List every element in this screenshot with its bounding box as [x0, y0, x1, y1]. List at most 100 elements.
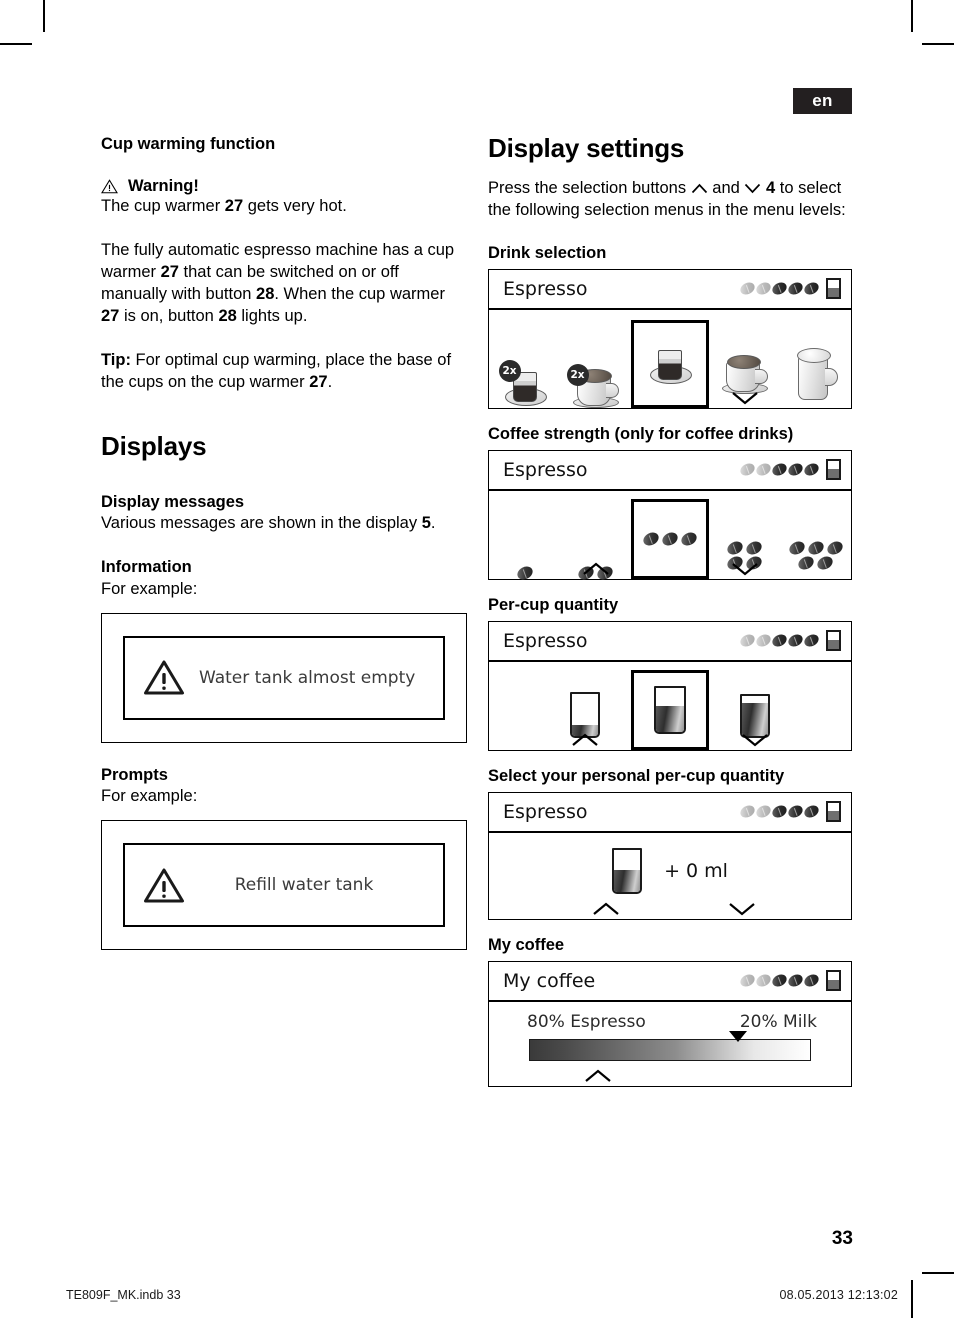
- language-badge: en: [793, 88, 852, 114]
- warning-heading: Warning!: [101, 177, 467, 196]
- bean-indicator-1-icon: [738, 632, 757, 650]
- bean-indicator-3-icon: [770, 972, 789, 990]
- drink-option-espresso-selected[interactable]: [631, 319, 709, 408]
- bean-indicator-5-icon: [802, 632, 821, 650]
- drink-option-tall-mug[interactable]: [780, 347, 851, 408]
- chevron-up-button[interactable]: [583, 1068, 613, 1084]
- display-panel-coffee-strength: Espresso: [488, 449, 852, 582]
- drink-option-coffee[interactable]: [709, 354, 780, 408]
- personal-quantity-value: + 0 ml: [664, 859, 728, 882]
- display-panel-personal-per-cup-quantity: Espresso + 0 ml: [488, 791, 852, 920]
- bean-indicator-3-icon: [770, 632, 789, 650]
- bean-indicator-2-icon: [754, 972, 773, 990]
- panel-body: + 0 ml: [489, 833, 851, 919]
- glass-medium-icon: [654, 685, 686, 734]
- panel-label-personal-per-cup-quantity: Select your personal per-cup quantity: [488, 766, 785, 785]
- crop-mark-bottom-right-horizontal: [922, 1272, 954, 1274]
- chevron-down-button[interactable]: [740, 732, 770, 748]
- glass-personal-icon: [612, 847, 643, 894]
- page-number: 33: [831, 1228, 853, 1249]
- strength-option-3-selected[interactable]: [631, 498, 709, 579]
- cup-warming-tip: Tip: For optimal cup warming, place the …: [101, 351, 452, 392]
- cup-level-icon: [826, 278, 841, 300]
- cup-warming-paragraph: The fully automatic espresso machine has…: [101, 241, 455, 326]
- cup-level-icon: [826, 801, 841, 823]
- bean-indicator-1-icon: [738, 280, 757, 298]
- panel-body: [489, 662, 851, 750]
- chevron-up-button[interactable]: [581, 561, 611, 577]
- slider-marker-icon: [728, 1030, 747, 1042]
- status-icons: [738, 459, 841, 481]
- status-icons: [738, 630, 841, 652]
- chevron-up-button[interactable]: [570, 732, 600, 748]
- strength-option-5[interactable]: [780, 538, 851, 579]
- badge-2x: 2x: [498, 359, 521, 382]
- left-column: Cup warming function Warning! The cup wa…: [101, 134, 467, 951]
- chevron-up-button[interactable]: [591, 901, 621, 917]
- cup-level-icon: [826, 459, 841, 481]
- chevron-down-button[interactable]: [730, 390, 760, 406]
- panel-label-per-cup-quantity: Per-cup quantity: [488, 595, 619, 614]
- display-messages-text: Various messages are shown in the displa…: [101, 514, 436, 533]
- prompts-display-frame: Refill water tank: [123, 843, 445, 928]
- panel-body: 80% Espresso 20% Milk: [489, 1002, 851, 1086]
- part-ref-4: 4: [766, 178, 776, 197]
- bean-indicator-3-icon: [770, 280, 789, 298]
- crop-mark-top-right-horizontal: [922, 43, 954, 45]
- strength-option-1[interactable]: [489, 563, 560, 582]
- tall-mug-icon: [794, 347, 838, 400]
- quantity-option-large[interactable]: [709, 693, 801, 750]
- bean-indicator-5-icon: [802, 803, 821, 821]
- bean-indicator-1-icon: [738, 461, 757, 479]
- badge-2x: 2x: [566, 363, 589, 386]
- display-title: Espresso: [503, 458, 588, 481]
- panel-header: My coffee: [489, 962, 851, 1002]
- information-message-text: Water tank almost empty: [199, 667, 416, 688]
- display-settings-intro: Press the selection buttons and 4 to sel…: [488, 178, 846, 219]
- display-title: My coffee: [503, 969, 596, 992]
- my-coffee-ratio-slider[interactable]: [529, 1030, 811, 1061]
- panel-header: Espresso: [489, 793, 851, 833]
- warning-text: The cup warmer 27 gets very hot.: [101, 197, 347, 216]
- display-title: Espresso: [503, 629, 588, 652]
- panel-body: [489, 491, 851, 582]
- warning-label: Warning!: [128, 177, 199, 196]
- chevron-down-icon: [745, 183, 761, 194]
- coffee-cup-double-icon: 2x: [566, 363, 619, 408]
- bean-indicator-4-icon: [786, 461, 805, 479]
- chevron-down-button[interactable]: [727, 901, 757, 917]
- bean-indicator-2-icon: [754, 461, 773, 479]
- strength-1-icon: [514, 563, 536, 582]
- cup-level-icon: [826, 630, 841, 652]
- footer-file-name: TE809F_MK.indb 33: [66, 1288, 181, 1302]
- bean-indicator-3-icon: [770, 803, 789, 821]
- strength-option-2[interactable]: [560, 562, 631, 582]
- panel-body: 2x 2x: [489, 310, 851, 408]
- drink-option-coffee-double[interactable]: 2x: [560, 363, 631, 408]
- strength-3-icon: [638, 529, 702, 548]
- tip-label: Tip:: [101, 351, 131, 370]
- information-display-frame: Water tank almost empty: [123, 635, 445, 720]
- display-messages-heading: Display messages: [101, 492, 245, 511]
- display-settings-heading: Display settings: [488, 133, 685, 163]
- bean-indicator-2-icon: [754, 632, 773, 650]
- chevron-down-button[interactable]: [730, 561, 760, 577]
- strength-option-4[interactable]: [709, 538, 780, 579]
- crop-mark-top-right-vertical: [911, 0, 913, 32]
- bean-indicator-5-icon: [802, 461, 821, 479]
- quantity-option-small[interactable]: [539, 691, 631, 750]
- quantity-option-medium-selected[interactable]: [631, 669, 709, 750]
- prompts-message-text: Refill water tank: [234, 875, 374, 896]
- prompts-example-box: Refill water tank: [101, 820, 467, 951]
- bean-indicator-2-icon: [754, 803, 773, 821]
- information-example-label: For example:: [101, 579, 198, 598]
- warning-triangle-icon: [144, 660, 184, 695]
- warning-triangle-icon: [144, 868, 184, 903]
- bean-indicator-5-icon: [802, 972, 821, 990]
- bean-indicator-4-icon: [786, 280, 805, 298]
- panel-label-coffee-strength: Coffee strength (only for coffee drinks): [488, 424, 794, 443]
- drink-option-espresso-double[interactable]: 2x: [489, 359, 560, 408]
- warning-triangle-icon: [101, 179, 118, 194]
- panel-label-drink-selection: Drink selection: [488, 243, 607, 262]
- my-coffee-milk-value: 20% Milk: [739, 1011, 817, 1032]
